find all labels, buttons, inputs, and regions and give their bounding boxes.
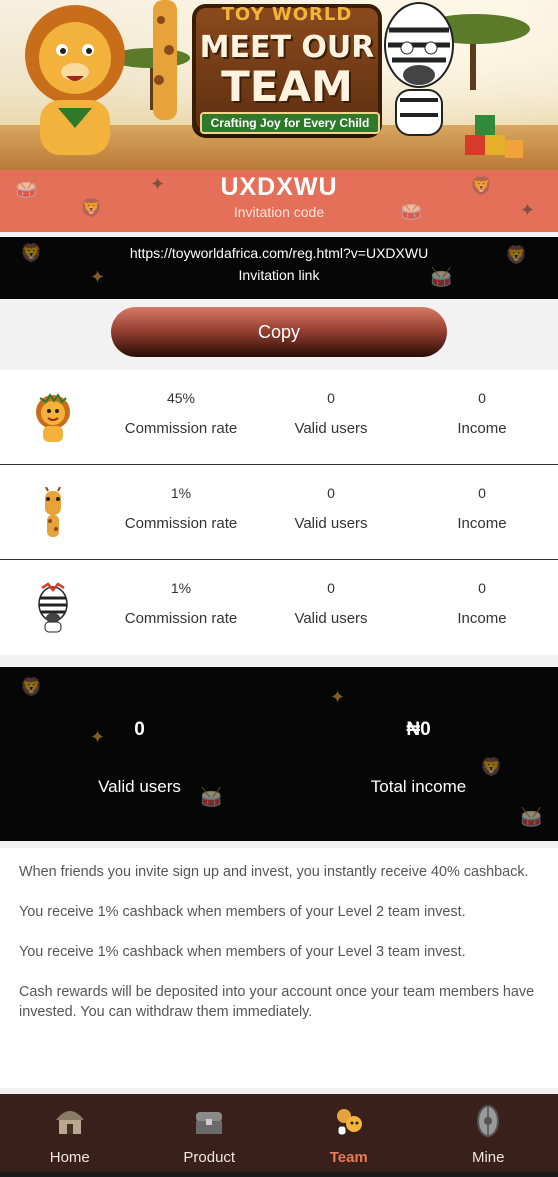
team-level-3: 1% Commission rate 0 Valid users 0 Incom…	[0, 560, 558, 655]
level-1-users-label: Valid users	[294, 420, 368, 437]
invitation-code-label: Invitation code	[233, 204, 325, 220]
team-level-2: 1% Commission rate 0 Valid users 0 Incom…	[0, 465, 558, 560]
tab-team[interactable]: Team	[279, 1094, 419, 1177]
team-level-1: 45% Commission rate 0 Valid users 0 Inco…	[0, 370, 558, 465]
invitation-code-section: 🥁 🦁 ✦ 🥁 🦁 ✦ UXDXWU Invitation code	[0, 170, 558, 232]
zebra-icon	[38, 582, 68, 633]
level-3-rate-label: Commission rate	[124, 610, 238, 627]
level-2-users: 0	[327, 485, 335, 501]
banner-title-line2: TEAM	[221, 62, 353, 111]
tab-mine[interactable]: Mine	[419, 1094, 558, 1177]
banner-tagline: Crafting Joy for Every Child	[200, 112, 380, 134]
level-2-rate-label: Commission rate	[124, 515, 238, 532]
level-1-rate: 45%	[166, 390, 196, 406]
level-1-users: 0	[327, 390, 335, 406]
team-banner: TOY WORLD MEET OUR TEAM Crafting Joy for…	[0, 0, 558, 170]
tab-home[interactable]: Home	[0, 1094, 140, 1177]
level-1-rate-label: Commission rate	[124, 420, 238, 437]
level-2-income-label: Income	[457, 515, 507, 532]
team-levels-list: 45% Commission rate 0 Valid users 0 Inco…	[0, 370, 558, 655]
total-income: ₦0 Total income	[279, 667, 558, 841]
invitation-code: UXDXWU	[220, 173, 338, 201]
level-3-users: 0	[327, 580, 335, 596]
tab-product[interactable]: Product	[140, 1094, 280, 1177]
total-income-label: Total income	[370, 777, 467, 796]
invitation-link-section: 🦁 ✦ 🥁 🦁 https://toyworldafrica.com/reg.h…	[0, 237, 558, 299]
level-1-income: 0	[478, 390, 486, 406]
level-3-rate: 1%	[170, 580, 192, 596]
tab-mine-label: Mine	[471, 1149, 505, 1166]
hut-icon	[55, 1111, 84, 1134]
info-paragraph-4: Cash rewards will be deposited into your…	[19, 984, 535, 1020]
tab-team-label: Team	[329, 1149, 368, 1166]
invitation-link-label: Invitation link	[238, 267, 320, 283]
treasure-chest-icon	[196, 1112, 223, 1134]
lion-icon	[36, 393, 70, 442]
level-2-income: 0	[478, 485, 486, 501]
total-valid-users-value: 0	[134, 719, 145, 740]
total-valid-users-label: Valid users	[98, 777, 181, 796]
total-valid-users: 0 Valid users	[0, 667, 279, 841]
tab-product-label: Product	[183, 1149, 236, 1166]
giraffe-icon	[45, 487, 61, 537]
commission-info: When friends you invite sign up and inve…	[0, 848, 558, 1088]
bottom-tab-bar: Home Product Team Mine	[0, 1094, 558, 1177]
brand-name: TOY WORLD	[221, 4, 353, 25]
animal-team-icon	[336, 1109, 362, 1136]
copy-button[interactable]: Copy	[111, 307, 447, 357]
level-2-users-label: Valid users	[294, 515, 368, 532]
shield-emblem-icon	[477, 1105, 500, 1137]
level-1-income-label: Income	[457, 420, 507, 437]
info-paragraph-1: When friends you invite sign up and inve…	[19, 864, 529, 880]
info-paragraph-2: You receive 1% cashback when members of …	[19, 904, 466, 920]
banner-title-line1: MEET OUR	[199, 30, 375, 65]
level-2-rate: 1%	[170, 485, 192, 501]
level-3-income-label: Income	[457, 610, 507, 627]
total-income-value: ₦0	[406, 719, 431, 740]
info-paragraph-3: You receive 1% cashback when members of …	[19, 944, 466, 960]
invitation-link[interactable]: https://toyworldafrica.com/reg.html?v=UX…	[0, 245, 558, 261]
level-3-income: 0	[478, 580, 486, 596]
level-3-users-label: Valid users	[294, 610, 368, 627]
zebra-character-image	[384, 2, 454, 136]
lion-character-image	[25, 5, 125, 155]
tab-home-label: Home	[49, 1149, 90, 1166]
bottom-edge	[0, 1172, 558, 1177]
team-totals-section: 🦁 ✦ 🥁 ✦ 🦁 🥁 0 Valid users ₦0 Total incom…	[0, 667, 558, 841]
giraffe-character-image	[153, 0, 177, 120]
toy-blocks-image	[465, 115, 523, 158]
